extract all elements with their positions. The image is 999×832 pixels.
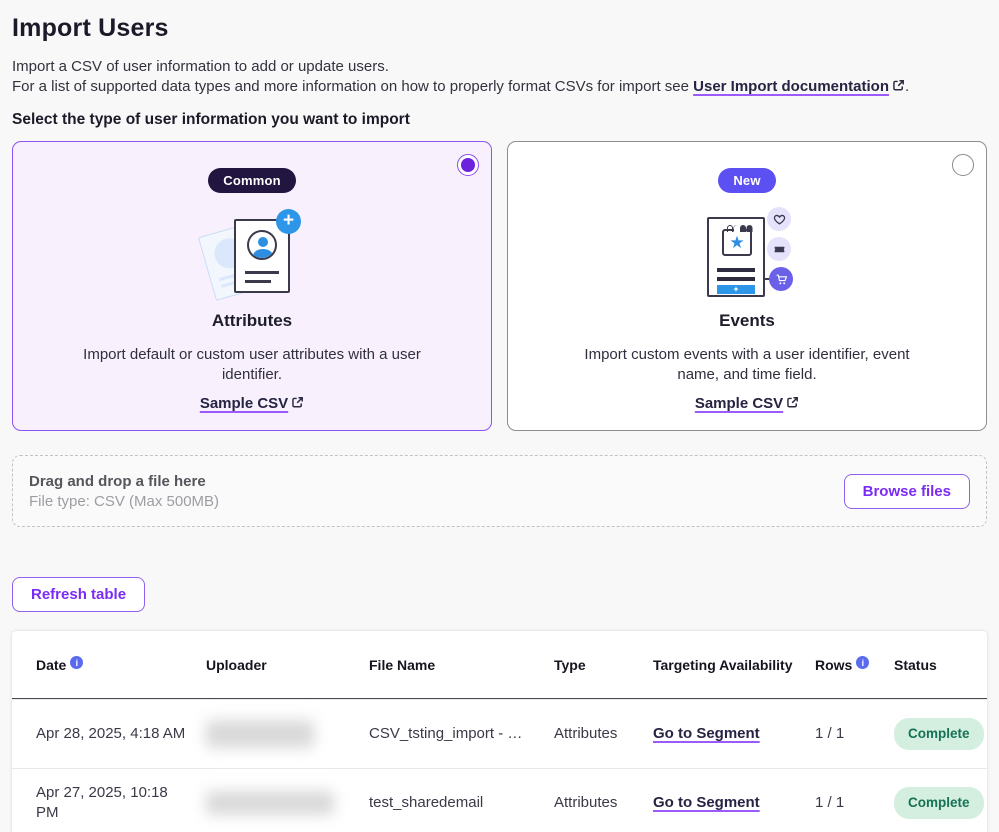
intro-text: Import a CSV of user information to add …: [12, 57, 987, 97]
table-row: Apr 27, 2025, 10:18 PM test_sharedemail …: [12, 768, 987, 832]
attributes-card-description: Import default or custom user attributes…: [67, 345, 437, 385]
cell-status: Complete: [894, 775, 987, 831]
go-to-segment-link[interactable]: Go to Segment: [653, 794, 760, 811]
info-icon[interactable]: i: [856, 656, 869, 669]
cell-date: Apr 27, 2025, 10:18 PM: [36, 771, 206, 832]
radio-unselected-icon[interactable]: [952, 154, 974, 176]
cell-uploader: [206, 708, 369, 760]
column-header-status: Status: [894, 656, 975, 674]
cell-uploader: [206, 779, 369, 827]
table-row: Apr 28, 2025, 4:18 AM CSV_tsting_import …: [12, 699, 987, 768]
attributes-card-title: Attributes: [212, 311, 292, 331]
cell-status: Complete: [894, 706, 987, 762]
cell-rows: 1 / 1: [815, 712, 894, 756]
page-title: Import Users: [12, 14, 987, 43]
browse-files-button[interactable]: Browse files: [844, 474, 970, 509]
common-badge: Common: [208, 168, 296, 193]
redacted-uploader-name: [206, 791, 334, 815]
dropzone-text: Drag and drop a file here File type: CSV…: [29, 473, 844, 510]
events-card-title: Events: [719, 311, 775, 331]
intro-line-1: Import a CSV of user information to add …: [12, 57, 987, 77]
column-header-uploader: Uploader: [206, 656, 369, 674]
intro-line-2: For a list of supported data types and m…: [12, 77, 987, 97]
cell-targeting: Go to Segment: [653, 712, 815, 756]
attributes-sample-csv: Sample CSV: [200, 395, 304, 412]
external-link-icon: [291, 396, 304, 409]
column-header-date: Datei: [36, 656, 206, 674]
status-badge: Complete: [894, 718, 984, 750]
ticket-icon: [767, 237, 791, 261]
column-header-rows: Rowsi: [815, 656, 894, 674]
cell-rows: 1 / 1: [815, 781, 894, 825]
plus-badge-icon: +: [276, 209, 301, 234]
events-card-description: Import custom events with a user identif…: [562, 345, 932, 385]
external-link-icon: [892, 78, 905, 91]
attributes-card[interactable]: Common + Attributes Import default or cu…: [12, 141, 492, 431]
events-card[interactable]: New ★ ✦ Events Import custom events with: [507, 141, 987, 431]
status-badge: Complete: [894, 787, 984, 819]
column-header-targeting-availability: Targeting Availability: [653, 656, 815, 674]
table-header-row: Datei Uploader File Name Type Targeting …: [12, 631, 987, 699]
events-sample-csv-link[interactable]: Sample CSV: [695, 395, 783, 412]
refresh-table-button[interactable]: Refresh table: [12, 577, 145, 612]
column-header-file-name: File Name: [369, 656, 554, 674]
cell-targeting: Go to Segment: [653, 781, 815, 825]
imports-table: Datei Uploader File Name Type Targeting …: [12, 631, 987, 832]
heart-icon: [767, 207, 791, 231]
redacted-uploader-name: [206, 720, 314, 748]
cell-type: Attributes: [554, 712, 653, 756]
events-sample-csv: Sample CSV: [695, 395, 799, 412]
cell-file-name: test_sharedemail: [369, 781, 554, 825]
cell-file-name: CSV_tsting_import - …: [369, 712, 554, 756]
column-header-type: Type: [554, 656, 653, 674]
event-calendar-cart-icon: ★ ✦: [689, 205, 805, 301]
info-icon[interactable]: i: [70, 656, 83, 669]
new-badge: New: [718, 168, 775, 193]
dropzone-subtitle: File type: CSV (Max 500MB): [29, 493, 844, 510]
go-to-segment-link[interactable]: Go to Segment: [653, 725, 760, 742]
select-type-heading: Select the type of user information you …: [12, 111, 987, 129]
user-import-documentation-link[interactable]: User Import documentation: [693, 78, 889, 95]
external-link-icon: [786, 396, 799, 409]
file-dropzone[interactable]: Drag and drop a file here File type: CSV…: [12, 455, 987, 527]
dropzone-title: Drag and drop a file here: [29, 473, 844, 490]
radio-selected-icon[interactable]: [457, 154, 479, 176]
attributes-sample-csv-link[interactable]: Sample CSV: [200, 395, 288, 412]
cell-type: Attributes: [554, 781, 653, 825]
cell-date: Apr 28, 2025, 4:18 AM: [36, 712, 206, 756]
user-profile-card-icon: +: [204, 205, 300, 301]
shopping-cart-icon: [769, 267, 793, 291]
import-users-page: Import Users Import a CSV of user inform…: [0, 0, 999, 832]
import-type-cards: Common + Attributes Import default or cu…: [12, 141, 987, 431]
